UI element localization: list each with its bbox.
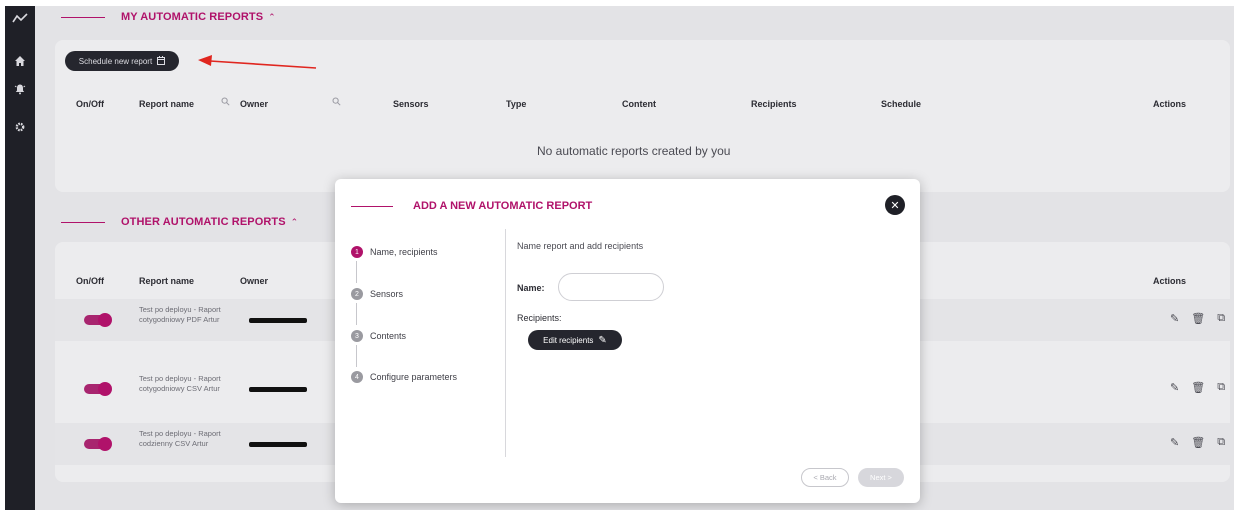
- row-actions: ✎ 🗑︎ ⧉: [1170, 381, 1225, 394]
- owner-redacted: [249, 387, 307, 392]
- enable-toggle[interactable]: [84, 437, 112, 451]
- name-label: Name:: [517, 283, 545, 293]
- col-report-name: Report name: [139, 276, 195, 286]
- close-button[interactable]: ✕: [885, 195, 905, 215]
- other-reports-header[interactable]: OTHER AUTOMATIC REPORTS ⌃: [61, 214, 298, 230]
- col-on-off: On/Off: [76, 99, 104, 109]
- report-name-cell: Test po deployu - Raport cotygodniowy PD…: [139, 305, 221, 324]
- sidebar: [5, 6, 35, 510]
- chevron-up-icon[interactable]: ⌃: [268, 12, 276, 23]
- step-label: Name, recipients: [370, 247, 438, 257]
- step-label: Sensors: [370, 289, 404, 299]
- owner-redacted: [249, 318, 307, 323]
- col-report-name[interactable]: Report name: [139, 99, 194, 109]
- report-name-cell: Test po deployu - Raport codzienny CSV A…: [139, 429, 221, 448]
- step-number: 4: [351, 371, 363, 383]
- edit-recipients-button[interactable]: Edit recipients ✎: [528, 330, 622, 350]
- recipients-label: Recipients:: [517, 313, 562, 323]
- edit-icon[interactable]: ✎: [1170, 381, 1179, 394]
- step-label: Contents: [370, 331, 407, 341]
- other-reports-title: OTHER AUTOMATIC REPORTS: [121, 216, 286, 228]
- col-type: Type: [506, 99, 527, 109]
- step-label: Configure parameters: [370, 372, 458, 382]
- delete-icon[interactable]: 🗑︎: [1191, 381, 1205, 394]
- schedule-new-report-button[interactable]: Schedule new report: [65, 51, 179, 71]
- col-actions: Actions: [1153, 99, 1187, 109]
- step-connector: [356, 261, 357, 283]
- step-number: 3: [351, 330, 363, 342]
- copy-icon[interactable]: ⧉: [1217, 312, 1225, 325]
- enable-toggle[interactable]: [84, 313, 112, 327]
- col-owner: Owner: [240, 276, 269, 286]
- alarm-bell-icon[interactable]: [11, 80, 29, 98]
- calendar-icon: [157, 55, 166, 67]
- home-icon[interactable]: [11, 52, 29, 70]
- empty-state-message: No automatic reports created by you: [537, 144, 731, 158]
- name-input[interactable]: [558, 273, 664, 301]
- step-connector: [356, 303, 357, 325]
- step-subtitle: Name report and add recipients: [517, 241, 644, 251]
- delete-icon[interactable]: 🗑︎: [1191, 436, 1205, 449]
- step-name-recipients[interactable]: 1 Name, recipients: [351, 246, 438, 258]
- step-number: 2: [351, 288, 363, 300]
- section-line: [61, 221, 105, 223]
- modal-title-line: [351, 206, 393, 207]
- my-reports-title: MY AUTOMATIC REPORTS: [121, 11, 264, 23]
- delete-icon[interactable]: 🗑︎: [1191, 312, 1205, 325]
- edit-icon[interactable]: ✎: [1170, 312, 1179, 325]
- col-content: Content: [622, 99, 656, 109]
- schedule-button-label: Schedule new report: [78, 56, 153, 66]
- search-icon[interactable]: [332, 97, 341, 108]
- step-connector: [356, 345, 357, 367]
- step-contents[interactable]: 3 Contents: [351, 330, 406, 342]
- col-recipients: Recipients: [751, 99, 797, 109]
- step-sensors[interactable]: 2 Sensors: [351, 288, 403, 300]
- my-reports-card: Schedule new report On/Off Report name O…: [55, 40, 1230, 192]
- toggle-knob: [98, 382, 112, 396]
- col-actions: Actions: [1153, 276, 1187, 286]
- copy-icon[interactable]: ⧉: [1217, 381, 1225, 394]
- gear-icon[interactable]: [11, 118, 29, 136]
- toggle-knob: [98, 437, 112, 451]
- modal-divider: [505, 229, 506, 457]
- col-schedule: Schedule: [881, 99, 922, 109]
- col-sensors: Sensors: [393, 99, 429, 109]
- add-report-modal: ADD A NEW AUTOMATIC REPORT ✕ 1 Name, rec…: [335, 179, 920, 503]
- edit-icon[interactable]: ✎: [1170, 436, 1179, 449]
- report-name-cell: Test po deployu - Raport cotygodniowy CS…: [139, 374, 221, 393]
- toggle-knob: [98, 313, 112, 327]
- chevron-up-icon[interactable]: ⌃: [291, 217, 299, 228]
- next-button[interactable]: Next >: [858, 468, 904, 487]
- col-on-off: On/Off: [76, 276, 104, 286]
- search-icon[interactable]: [221, 97, 230, 108]
- pencil-icon: ✎: [598, 334, 607, 346]
- chart-line-icon[interactable]: [11, 9, 29, 27]
- step-configure-parameters[interactable]: 4 Configure parameters: [351, 371, 457, 383]
- owner-redacted: [249, 442, 307, 447]
- modal-title: ADD A NEW AUTOMATIC REPORT: [413, 200, 593, 212]
- my-reports-header[interactable]: MY AUTOMATIC REPORTS ⌃: [61, 9, 276, 25]
- close-icon: ✕: [890, 199, 900, 212]
- section-line: [61, 16, 105, 18]
- copy-icon[interactable]: ⧉: [1217, 436, 1225, 449]
- step-number: 1: [351, 246, 363, 258]
- row-actions: ✎ 🗑︎ ⧉: [1170, 312, 1225, 325]
- back-button[interactable]: < Back: [801, 468, 849, 487]
- enable-toggle[interactable]: [84, 382, 112, 396]
- row-actions: ✎ 🗑︎ ⧉: [1170, 436, 1225, 449]
- edit-recipients-label: Edit recipients: [543, 335, 594, 345]
- col-owner[interactable]: Owner: [240, 99, 268, 109]
